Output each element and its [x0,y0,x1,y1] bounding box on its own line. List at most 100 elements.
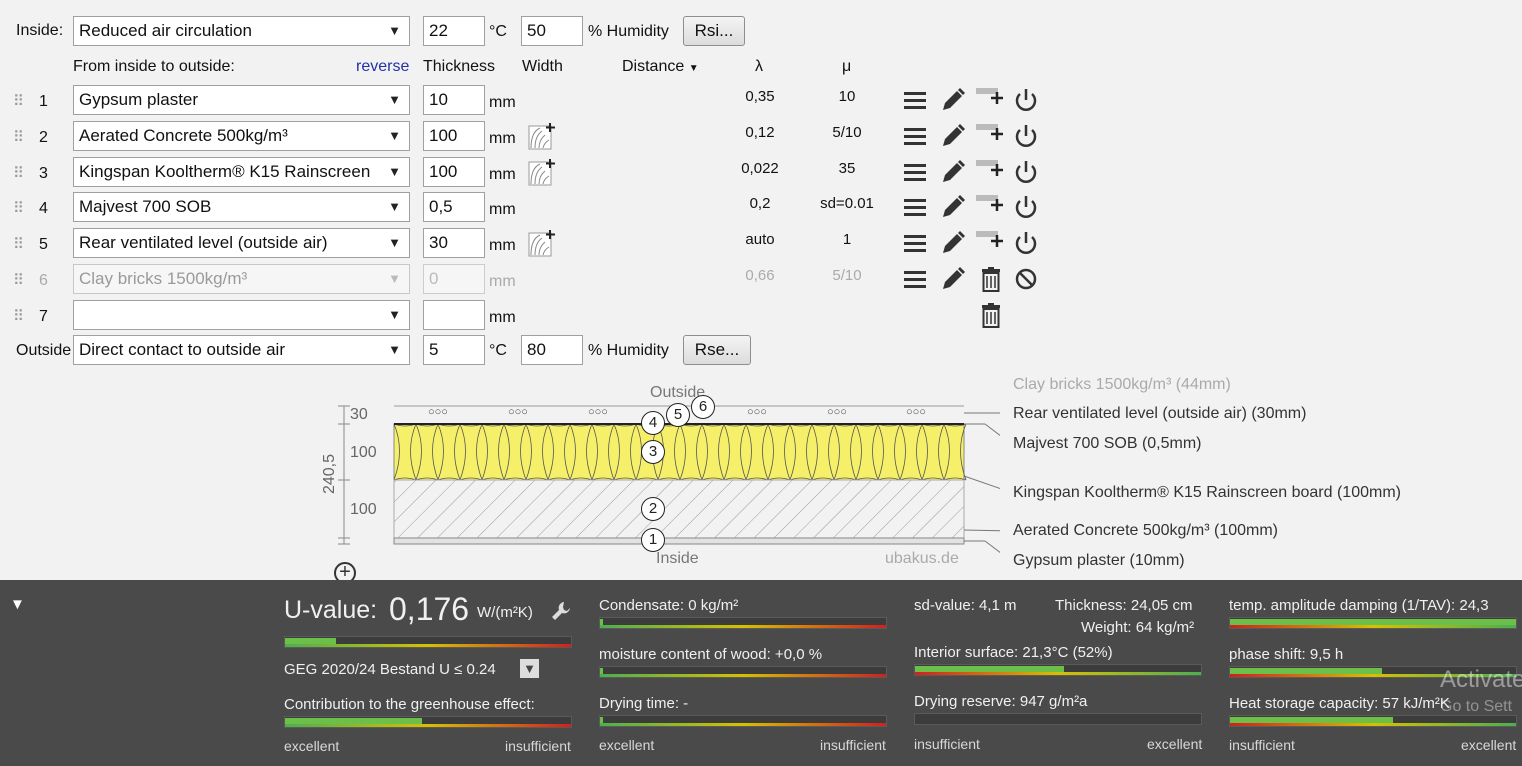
power-icon[interactable] [1012,86,1040,114]
callout-ventilated: Rear ventilated level (outside air) (30m… [1013,405,1307,422]
layer-material-select[interactable]: Aerated Concrete 500kg/m³ ▼ [73,121,410,151]
layer-material-select[interactable]: ▼ [73,300,410,330]
add-wood-structure-icon[interactable] [528,229,556,257]
menu-icon[interactable] [901,86,929,114]
add-layer-icon[interactable] [975,118,1003,146]
layer-number: 6 [39,272,48,289]
pencil-icon[interactable] [939,265,967,293]
layer-material-value: Majvest 700 SOB [79,197,212,216]
layer-material-select[interactable]: Clay bricks 1500kg/m³ ▼ [73,264,410,294]
outside-humidity-input[interactable]: 80 [521,335,583,365]
add-layer-icon[interactable] [975,82,1003,110]
rse-button[interactable]: Rse... [683,335,751,365]
add-layer-icon[interactable] [975,189,1003,217]
layer-thickness-input[interactable]: 10 [423,85,485,115]
drag-handle-icon[interactable]: ⠿ [13,128,24,146]
chevron-down-icon: ▼ [388,271,401,286]
layer-lambda: 0,12 [745,124,775,141]
heat-storage-label: Heat storage capacity: 57 kJ/m²K [1229,695,1450,712]
trash-icon[interactable] [977,301,1005,329]
add-wood-structure-icon[interactable] [528,158,556,186]
layer-thickness-input[interactable]: 0 [423,264,485,294]
vent-mark: ○○○ [428,406,448,418]
pencil-icon[interactable] [939,86,967,114]
drag-handle-icon[interactable]: ⠿ [13,164,24,182]
layer-marker-5: 5 [666,403,690,427]
layer-lambda: 0,35 [745,88,775,105]
pencil-icon[interactable] [939,193,967,221]
menu-icon[interactable] [901,229,929,257]
layer-material-select[interactable]: Gypsum plaster ▼ [73,85,410,115]
u-value-unit: W/(m²K) [477,604,533,621]
layer-material-select[interactable]: Kingspan Kooltherm® K15 Rainscreen ▼ [73,157,410,187]
rsi-button[interactable]: Rsi... [683,16,745,46]
disabled-icon[interactable] [1012,265,1040,293]
distance-header[interactable]: Distance ▼ [622,58,699,76]
layer-material-value: Aerated Concrete 500kg/m³ [79,126,288,145]
collapse-triangle-icon[interactable]: ▼ [10,596,25,613]
layer-marker-1: 1 [641,528,665,552]
drag-handle-icon[interactable]: ⠿ [13,235,24,253]
layer-lambda: 0,2 [749,195,771,212]
inside-temp-unit: °C [489,23,507,40]
standard-dropdown-icon[interactable]: ▼ [520,659,539,678]
outside-climate-select[interactable]: Direct contact to outside air ▼ [73,335,410,365]
layer-mu: 10 [838,88,856,105]
scale-excellent: excellent [284,738,340,754]
layer-number: 1 [39,93,48,110]
drag-handle-icon[interactable]: ⠿ [13,199,24,217]
wood-moisture-label: moisture content of wood: +0,0 % [599,646,823,663]
chevron-down-icon: ▼ [388,23,401,38]
standard-label: GEG 2020/24 Bestand U ≤ 0.24 [284,661,496,678]
reverse-link[interactable]: reverse [356,58,409,76]
inside-temp-input[interactable]: 22 [423,16,485,46]
layer-mu: 35 [838,160,856,177]
add-layer-icon[interactable] [975,154,1003,182]
drag-handle-icon[interactable]: ⠿ [13,307,24,325]
layer-marker-4: 4 [641,411,665,435]
menu-icon[interactable] [901,158,929,186]
power-icon[interactable] [1012,158,1040,186]
chevron-down-icon: ▼ [388,199,401,214]
tav-label: temp. amplitude damping (1/TAV): 24,3 [1229,597,1489,614]
add-wood-structure-icon[interactable] [528,122,556,150]
greenhouse-bar [284,716,572,728]
vent-mark: ○○○ [747,406,767,418]
drag-handle-icon[interactable]: ⠿ [13,92,24,110]
wrench-icon[interactable] [550,600,572,622]
inside-humidity-input[interactable]: 50 [521,16,583,46]
menu-icon[interactable] [901,193,929,221]
power-icon[interactable] [1012,122,1040,150]
trash-icon[interactable] [977,265,1005,293]
layer-thickness-input[interactable]: 0,5 [423,192,485,222]
interior-surface-label: Interior surface: 21,3°C (52%) [914,644,1113,661]
thickness-header: Thickness [423,58,496,75]
scale-excellent: excellent [1147,736,1203,752]
vent-mark: ○○○ [906,406,926,418]
layer-marker-3: 3 [641,440,665,464]
results-panel: ▼ U-value: 0,176 W/(m²K) GEG 2020/24 Bes… [0,580,1522,766]
menu-icon[interactable] [901,122,929,150]
layer-thickness-input[interactable]: 100 [423,157,485,187]
weight-result: Weight: 64 kg/m² [1081,619,1195,636]
concrete-layer [393,479,965,539]
inside-climate-select[interactable]: Reduced air circulation ▼ [73,16,410,46]
watermark-text: ubakus.de [885,550,959,567]
layer-thickness-input[interactable]: 30 [423,228,485,258]
outside-temp-input[interactable]: 5 [423,335,485,365]
layer-thickness-input[interactable] [423,300,485,330]
tav-bar [1229,617,1517,629]
layer-material-select[interactable]: Rear ventilated level (outside air) ▼ [73,228,410,258]
add-layer-icon[interactable] [975,225,1003,253]
menu-icon[interactable] [901,265,929,293]
power-icon[interactable] [1012,193,1040,221]
layer-material-select[interactable]: Majvest 700 SOB ▼ [73,192,410,222]
power-icon[interactable] [1012,229,1040,257]
drag-handle-icon[interactable]: ⠿ [13,271,24,289]
layer-material-value: Kingspan Kooltherm® K15 Rainscreen [79,162,371,181]
pencil-icon[interactable] [939,229,967,257]
pencil-icon[interactable] [939,122,967,150]
layer-material-value: Gypsum plaster [79,90,199,109]
layer-thickness-input[interactable]: 100 [423,121,485,151]
pencil-icon[interactable] [939,158,967,186]
